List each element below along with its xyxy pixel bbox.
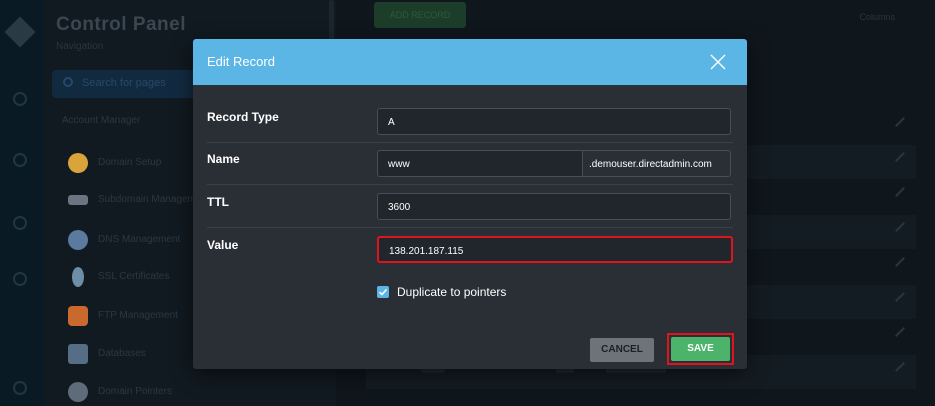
- subdomain-icon: [68, 195, 88, 205]
- info-icon[interactable]: [13, 381, 27, 395]
- record-type-row: Record Type A: [193, 85, 747, 143]
- ttl-row: TTL 3600: [193, 185, 747, 228]
- domain-suffix: .demouser.directadmin.com: [583, 150, 731, 177]
- sidebar-item-label: SSL Certificates: [98, 271, 170, 282]
- user-icon[interactable]: [13, 153, 27, 167]
- value-field[interactable]: 138.201.187.115: [377, 236, 733, 263]
- edit-icon[interactable]: [895, 222, 905, 232]
- add-record-button[interactable]: ADD RECORD: [374, 2, 466, 28]
- record-type-field[interactable]: A: [377, 108, 731, 135]
- dialog-header: Edit Record: [193, 39, 747, 85]
- edit-icon[interactable]: [895, 257, 905, 267]
- name-row: Name www .demouser.directadmin.com: [193, 143, 747, 185]
- close-icon[interactable]: [708, 52, 728, 72]
- dns-icon: [68, 230, 88, 250]
- left-rail: [0, 0, 44, 406]
- name-field[interactable]: www: [377, 150, 583, 177]
- record-type-label: Record Type: [207, 110, 279, 124]
- value-label: Value: [207, 238, 239, 252]
- logo-icon: [4, 16, 36, 48]
- edit-record-dialog: Edit Record Record Type A Name www .demo…: [193, 39, 747, 369]
- sidebar-subtitle: Navigation: [56, 41, 104, 52]
- duplicate-pointers-label[interactable]: Duplicate to pointers: [397, 285, 506, 299]
- save-button[interactable]: SAVE: [671, 337, 730, 361]
- edit-icon[interactable]: [895, 117, 905, 127]
- search-icon: [63, 77, 73, 87]
- edit-icon[interactable]: [895, 362, 905, 372]
- search-placeholder: Search for pages: [82, 77, 166, 89]
- pointer-icon: [68, 382, 88, 402]
- ttl-field[interactable]: 3600: [377, 193, 731, 220]
- ttl-label: TTL: [207, 195, 229, 209]
- sidebar-item-label: Domain Setup: [98, 157, 162, 168]
- edit-icon[interactable]: [895, 152, 905, 162]
- name-label: Name: [207, 152, 240, 166]
- value-row: Value 138.201.187.115: [193, 228, 747, 268]
- edit-icon[interactable]: [895, 292, 905, 302]
- edit-icon[interactable]: [895, 187, 905, 197]
- sidebar-item-label: FTP Management: [98, 310, 178, 321]
- dashboard-icon[interactable]: [13, 92, 27, 106]
- help-icon[interactable]: [13, 272, 27, 286]
- sidebar-item-pointers[interactable]: Domain Pointers: [68, 382, 318, 404]
- ftp-icon: [68, 306, 88, 326]
- sidebar-item-label: Domain Pointers: [98, 386, 172, 397]
- sidebar-section-label: Account Manager: [62, 115, 141, 126]
- sidebar-item-label: DNS Management: [98, 234, 181, 245]
- database-icon: [68, 344, 88, 364]
- sidebar-item-label: Databases: [98, 348, 146, 359]
- duplicate-pointers-checkbox[interactable]: [377, 286, 389, 298]
- edit-icon[interactable]: [895, 327, 905, 337]
- checkmark-icon: [378, 288, 388, 296]
- page-search-input[interactable]: Search for pages: [52, 70, 202, 98]
- sidebar-title: Control Panel: [56, 14, 187, 35]
- lightbulb-icon: [72, 267, 84, 287]
- settings-icon[interactable]: [13, 216, 27, 230]
- globe-icon: [68, 153, 88, 173]
- columns-dropdown[interactable]: Columns: [859, 12, 895, 22]
- cancel-button[interactable]: CANCEL: [590, 338, 654, 362]
- dialog-title: Edit Record: [207, 54, 275, 69]
